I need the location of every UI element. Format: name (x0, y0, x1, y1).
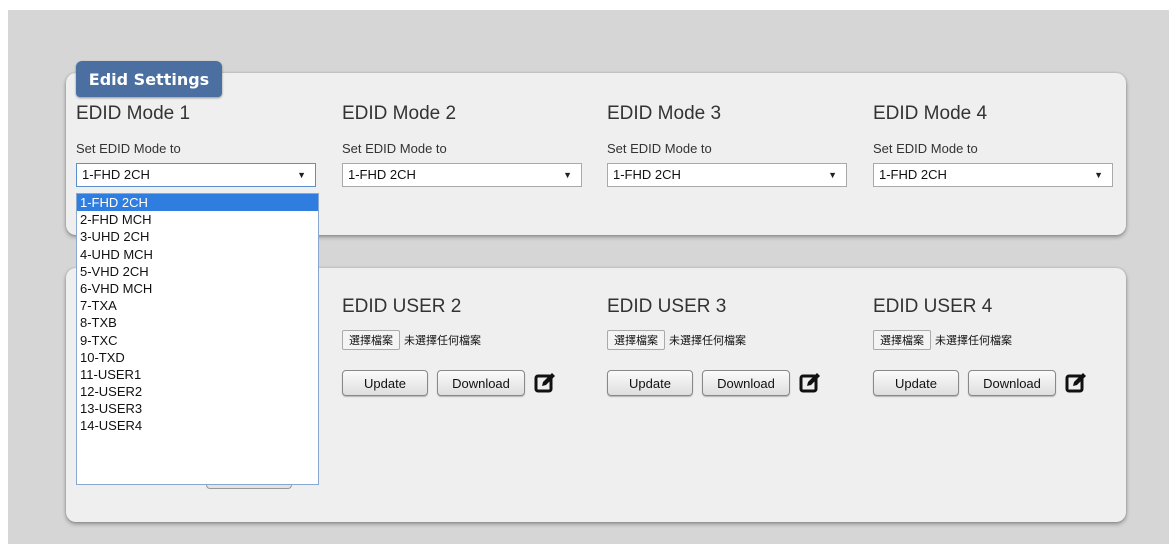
dropdown-option[interactable]: 11-USER1 (77, 366, 318, 383)
edid-user-4-column: EDID USER 4 選擇檔案 未選擇任何檔案 Update Download (873, 296, 1123, 396)
edid-user-3-column: EDID USER 3 選擇檔案 未選擇任何檔案 Update Download (607, 296, 857, 396)
edid-mode-2-selected-value: 1-FHD 2CH (348, 167, 416, 182)
dropdown-option[interactable]: 7-TXA (77, 297, 318, 314)
edid-user-2-actions: Update Download (342, 370, 592, 396)
dropdown-option[interactable]: 8-TXB (77, 314, 318, 331)
edit-icon[interactable] (1065, 372, 1087, 394)
update-button[interactable]: Update (873, 370, 959, 396)
edid-user-3-file-row: 選擇檔案 未選擇任何檔案 (607, 329, 857, 351)
edid-user-2-column: EDID USER 2 選擇檔案 未選擇任何檔案 Update Download (342, 296, 592, 396)
edid-mode-4-selected-value: 1-FHD 2CH (879, 167, 947, 182)
edid-user-4-title: EDID USER 4 (873, 296, 993, 317)
file-status-text: 未選擇任何檔案 (935, 334, 1012, 347)
chevron-down-icon: ▼ (297, 170, 306, 180)
dropdown-option[interactable]: 3-UHD 2CH (77, 228, 318, 245)
chevron-down-icon: ▼ (563, 170, 572, 180)
edid-mode-2-title: EDID Mode 2 (342, 103, 457, 124)
edid-mode-1-label: Set EDID Mode to (76, 141, 181, 156)
edid-mode-4-label: Set EDID Mode to (873, 141, 978, 156)
edid-user-3-title: EDID USER 3 (607, 296, 727, 317)
download-button[interactable]: Download (702, 370, 790, 396)
chevron-down-icon: ▼ (1094, 170, 1103, 180)
download-button[interactable]: Download (968, 370, 1056, 396)
edid-mode-2-column: EDID Mode 2 Set EDID Mode to 1-FHD 2CH ▼ (342, 103, 587, 187)
choose-file-button[interactable]: 選擇檔案 (342, 330, 400, 350)
edid-mode-2-label: Set EDID Mode to (342, 141, 447, 156)
dropdown-option[interactable]: 14-USER4 (77, 417, 318, 434)
dropdown-option[interactable]: 6-VHD MCH (77, 280, 318, 297)
dropdown-option[interactable]: 12-USER2 (77, 383, 318, 400)
edid-mode-1-title: EDID Mode 1 (76, 103, 191, 124)
download-button[interactable]: Download (437, 370, 525, 396)
edid-user-2-file-row: 選擇檔案 未選擇任何檔案 (342, 329, 592, 351)
edid-user-3-actions: Update Download (607, 370, 857, 396)
file-status-text: 未選擇任何檔案 (404, 334, 481, 347)
chevron-down-icon: ▼ (828, 170, 837, 180)
edit-icon[interactable] (799, 372, 821, 394)
dropdown-option[interactable]: 9-TXC (77, 332, 318, 349)
choose-file-button[interactable]: 選擇檔案 (873, 330, 931, 350)
edid-mode-1-column: EDID Mode 1 Set EDID Mode to 1-FHD 2CH ▼ (76, 103, 321, 187)
edid-mode-3-column: EDID Mode 3 Set EDID Mode to 1-FHD 2CH ▼ (607, 103, 852, 187)
edid-mode-3-title: EDID Mode 3 (607, 103, 722, 124)
edid-mode-3-label: Set EDID Mode to (607, 141, 712, 156)
dropdown-option[interactable]: 13-USER3 (77, 400, 318, 417)
update-button[interactable]: Update (607, 370, 693, 396)
edid-mode-1-dropdown-list: 1-FHD 2CH 2-FHD MCH 3-UHD 2CH 4-UHD MCH … (76, 193, 319, 485)
panel-tab-edid-settings: Edid Settings (76, 61, 222, 97)
dropdown-option[interactable]: 4-UHD MCH (77, 246, 318, 263)
edid-user-4-actions: Update Download (873, 370, 1123, 396)
edid-user-2-title: EDID USER 2 (342, 296, 462, 317)
edid-mode-3-select[interactable]: 1-FHD 2CH ▼ (607, 163, 847, 187)
file-status-text: 未選擇任何檔案 (669, 334, 746, 347)
dropdown-option[interactable]: 5-VHD 2CH (77, 263, 318, 280)
edid-user-4-file-row: 選擇檔案 未選擇任何檔案 (873, 329, 1123, 351)
choose-file-button[interactable]: 選擇檔案 (607, 330, 665, 350)
edid-mode-3-selected-value: 1-FHD 2CH (613, 167, 681, 182)
edid-mode-4-select[interactable]: 1-FHD 2CH ▼ (873, 163, 1113, 187)
dropdown-option[interactable]: 10-TXD (77, 349, 318, 366)
edid-mode-4-column: EDID Mode 4 Set EDID Mode to 1-FHD 2CH ▼ (873, 103, 1118, 187)
edid-mode-4-title: EDID Mode 4 (873, 103, 988, 124)
update-button[interactable]: Update (342, 370, 428, 396)
dropdown-option[interactable]: 2-FHD MCH (77, 211, 318, 228)
dropdown-option[interactable]: 1-FHD 2CH (77, 194, 318, 212)
edit-icon[interactable] (534, 372, 556, 394)
edid-mode-1-selected-value: 1-FHD 2CH (82, 167, 150, 182)
edid-mode-2-select[interactable]: 1-FHD 2CH ▼ (342, 163, 582, 187)
edid-mode-1-select[interactable]: 1-FHD 2CH ▼ (76, 163, 316, 187)
